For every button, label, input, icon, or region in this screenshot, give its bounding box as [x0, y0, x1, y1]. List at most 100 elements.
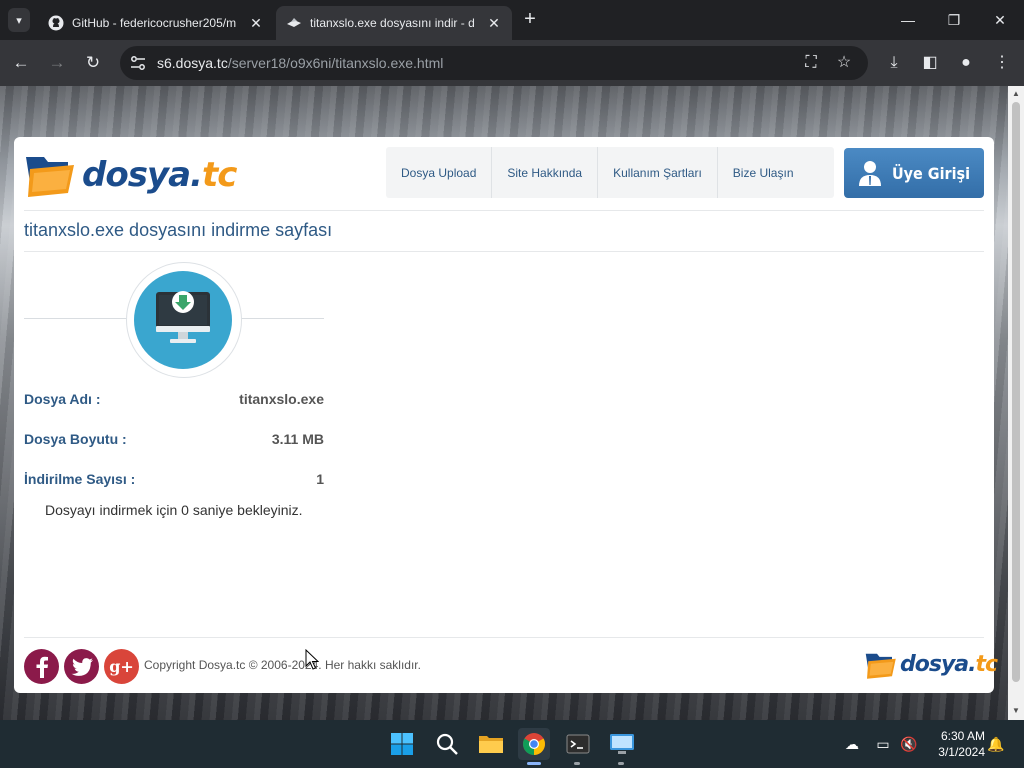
reload-icon[interactable]: ↻	[82, 52, 104, 74]
github-icon	[48, 15, 64, 31]
download-icon[interactable]: ⤓	[883, 52, 905, 74]
windows-start-icon	[391, 733, 413, 755]
file-name-label: Dosya Adı :	[24, 391, 101, 407]
main-nav: Dosya Upload Site Hakkında Kullanım Şart…	[386, 147, 834, 198]
twitter-icon	[71, 657, 93, 676]
file-explorer-button[interactable]	[475, 728, 507, 760]
footer-logo-wordmark: dosya.tc	[900, 652, 999, 677]
close-tab-icon[interactable]: ✕	[486, 15, 502, 32]
download-count-value: 1	[316, 471, 324, 487]
logo-wordmark: dosya.tc	[82, 155, 237, 195]
facebook-button[interactable]	[24, 649, 59, 684]
site-settings-icon[interactable]	[130, 55, 146, 71]
login-button[interactable]: Üye Girişi	[844, 148, 984, 198]
menu-dots-icon[interactable]: ⋮	[991, 52, 1013, 74]
copyright-text: Copyright Dosya.tc © 2006-2024. Her hakk…	[144, 658, 421, 672]
page-title: titanxslo.exe dosyasını indirme sayfası	[24, 220, 333, 240]
forward-arrow-icon[interactable]: →	[46, 52, 68, 74]
facebook-icon	[36, 656, 48, 678]
divider	[24, 210, 984, 211]
start-button[interactable]	[386, 728, 418, 760]
scroll-thumb[interactable]	[1012, 102, 1020, 682]
site-logo[interactable]: dosya.tc	[24, 149, 237, 199]
footer-logo[interactable]: dosya.tc	[864, 649, 998, 681]
vertical-scrollbar[interactable]: ▲ ▼	[1008, 86, 1024, 720]
folder-icon	[479, 736, 503, 753]
scroll-up-icon[interactable]: ▲	[1011, 89, 1021, 98]
footer-divider	[24, 637, 984, 638]
terminal-icon	[566, 734, 590, 754]
main-card: dosya.tc Dosya Upload Site Hakkında Kull…	[14, 137, 998, 693]
close-tab-icon[interactable]: ✕	[248, 15, 264, 32]
running-app-indicator	[618, 762, 624, 765]
google-plus-icon: g+	[109, 657, 134, 676]
nav-kullanim-sartlari[interactable]: Kullanım Şartları	[598, 147, 718, 198]
notification-bell-icon[interactable]: 🔔	[986, 734, 1006, 754]
clock[interactable]: 6:30 AM 3/1/2024	[925, 728, 985, 760]
volume-muted-icon[interactable]: 🔇	[899, 734, 919, 754]
search-icon	[436, 733, 458, 755]
divider	[24, 251, 984, 252]
url-host: s6.dosya.tc	[157, 55, 228, 71]
profile-icon[interactable]: ●	[955, 52, 977, 74]
minimize-icon[interactable]: —	[898, 10, 918, 30]
chrome-button[interactable]	[518, 728, 550, 760]
tab-search-button[interactable]: ▾	[8, 8, 30, 32]
url-text: s6.dosya.tc/server18/o9x6ni/titanxslo.ex…	[157, 55, 443, 71]
file-size-label: Dosya Boyutu :	[24, 431, 127, 447]
tab-title: GitHub - federicocrusher205/m	[72, 16, 237, 30]
tab-github[interactable]: GitHub - federicocrusher205/m ✕	[38, 6, 274, 40]
folder-logo-icon	[865, 653, 896, 679]
download-graphic	[24, 262, 324, 378]
tab-dosya[interactable]: titanxslo.exe dosyasını indir - d ✕	[276, 6, 512, 40]
monitor-download-icon	[156, 291, 210, 343]
search-button[interactable]	[431, 728, 463, 760]
nav-dosya-upload[interactable]: Dosya Upload	[386, 147, 493, 198]
logo-dot: .	[190, 155, 203, 195]
active-app-indicator	[527, 762, 541, 765]
terminal-button[interactable]	[562, 728, 594, 760]
chrome-icon	[523, 733, 545, 755]
logo-part-1: dosya	[900, 652, 969, 677]
restore-icon[interactable]: ❐	[944, 10, 964, 30]
close-window-icon[interactable]: ✕	[990, 10, 1010, 30]
taskbar: ☁ ▭ 🔇 6:30 AM 3/1/2024 🔔	[0, 720, 1024, 768]
nav-bize-ulasin[interactable]: Bize Ulaşın	[718, 147, 809, 198]
twitter-button[interactable]	[64, 649, 99, 684]
side-panel-icon[interactable]: ◧	[919, 52, 941, 74]
address-bar[interactable]: s6.dosya.tc/server18/o9x6ni/titanxslo.ex…	[120, 46, 868, 80]
user-icon	[858, 161, 881, 186]
logo-part-2: tc	[975, 652, 999, 677]
logo-part-2: tc	[201, 155, 237, 195]
chevron-down-icon: ▾	[16, 14, 22, 27]
network-icon[interactable]: ▭	[873, 734, 893, 754]
file-size-value: 3.11 MB	[271, 431, 324, 447]
browser-toolbar: ← → ↻ s6.dosya.tc/server18/o9x6ni/titanx…	[0, 40, 1024, 86]
wait-message: Dosyayı indirmek için 0 saniye bekleyini…	[45, 502, 303, 518]
download-count-label: İndirilme Sayısı :	[24, 471, 136, 487]
new-tab-button[interactable]: +	[520, 9, 540, 29]
page-viewport: dosya.tc Dosya Upload Site Hakkında Kull…	[0, 86, 1008, 720]
mouse-cursor-icon	[305, 649, 319, 670]
file-name-value: titanxslo.exe	[239, 391, 324, 407]
nav-site-hakkinda[interactable]: Site Hakkında	[492, 147, 599, 198]
login-label: Üye Girişi	[891, 163, 971, 183]
folder-logo-icon	[26, 157, 74, 197]
google-plus-button[interactable]: g+	[104, 649, 139, 684]
tab-title: titanxslo.exe dosyasını indir - d	[310, 16, 475, 30]
back-arrow-icon[interactable]: ←	[10, 52, 32, 74]
running-app-indicator	[574, 762, 580, 765]
logo-dot: .	[968, 652, 976, 677]
url-path: /server18/o9x6ni/titanxslo.exe.html	[227, 55, 444, 71]
onedrive-icon[interactable]: ☁	[842, 734, 862, 754]
bookmark-star-icon[interactable]: ☆	[835, 54, 853, 72]
remote-desktop-button[interactable]	[606, 728, 638, 760]
logo-part-1: dosya	[82, 155, 191, 195]
dosya-favicon-icon	[287, 18, 301, 27]
tab-strip: ▾ GitHub - federicocrusher205/m ✕ titanx…	[0, 0, 1024, 40]
scroll-down-icon[interactable]: ▼	[1011, 706, 1021, 715]
clock-time: 6:30 AM	[940, 729, 985, 743]
remote-desktop-icon	[610, 734, 634, 754]
clock-date: 3/1/2024	[938, 745, 985, 759]
translate-icon[interactable]: ⛶	[802, 54, 820, 72]
